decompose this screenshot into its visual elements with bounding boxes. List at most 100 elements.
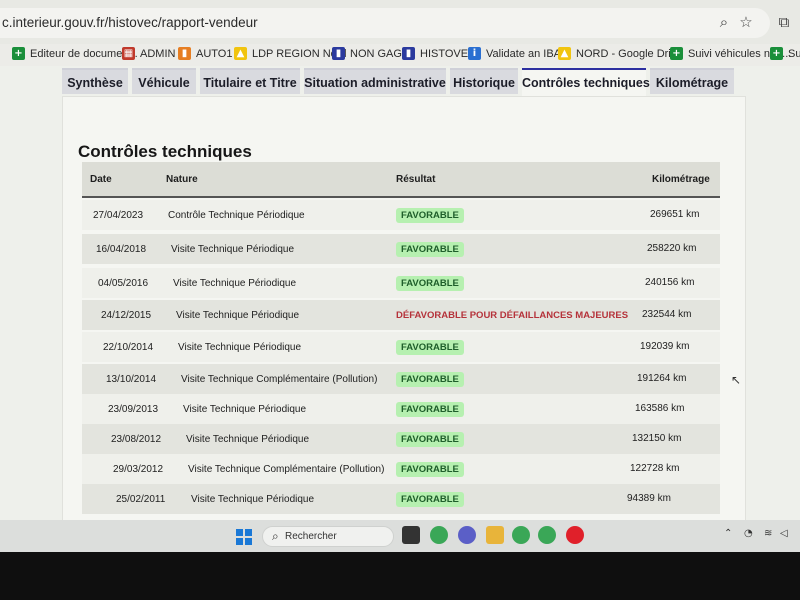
cell-nature: Visite Technique Complémentaire (Polluti…: [181, 374, 378, 385]
tab-0[interactable]: Synthèse: [62, 68, 128, 94]
cell-date: 25/02/2011: [116, 494, 166, 505]
result-badge: FAVORABLE: [396, 402, 464, 417]
address-bar[interactable]: c.interieur.gouv.fr/histovec/rapport-ven…: [0, 8, 770, 38]
table-row: 24/12/2015 Visite Technique Périodique DÉF…: [82, 300, 720, 330]
grid-icon: ▦: [122, 47, 135, 60]
cell-km: 192039 km: [640, 341, 690, 352]
bookmark-item[interactable]: ▲ NORD - Google Drive: [558, 47, 682, 60]
search-icon[interactable]: ⌕: [714, 12, 734, 32]
header-km: Kilométrage: [652, 174, 710, 185]
auto1-icon: ▮: [178, 47, 191, 60]
bookmark-item[interactable]: ▦ ADMIN: [122, 47, 175, 60]
bookmarks-bar: + Editeur de documen... ▦ ADMIN ▮ AUTO1 ▲ LDP R…: [0, 44, 800, 66]
result-badge: FAVORABLE: [396, 462, 464, 477]
drive-icon: ▲: [558, 47, 571, 60]
bookmark-label: NORD - Google Drive: [576, 47, 683, 60]
iban-icon: i: [468, 47, 481, 60]
cell-km: 232544 km: [642, 309, 692, 320]
opera-icon[interactable]: [566, 526, 584, 544]
cell-nature: Visite Technique Périodique: [173, 278, 297, 289]
folder-icon[interactable]: [486, 526, 504, 544]
cell-date: 22/10/2014: [103, 342, 154, 353]
bookmark-item[interactable]: ▲ LDP REGION Nord: [234, 47, 347, 60]
search-icon: ⌕: [272, 529, 279, 543]
url-text[interactable]: c.interieur.gouv.fr/histovec/rapport-ven…: [2, 15, 258, 30]
header-result: Résultat: [396, 174, 436, 185]
tab-4[interactable]: Historique: [450, 68, 518, 94]
bookmark-item[interactable]: ▮ AUTO1: [178, 47, 232, 60]
section-title: Contrôles techniques: [78, 142, 252, 161]
cell-nature: Visite Technique Périodique: [176, 310, 300, 321]
cell-nature: Visite Technique Périodique: [191, 494, 315, 505]
bookmark-item[interactable]: i Validate an IBAN: [468, 47, 569, 60]
cell-date: 27/04/2023: [93, 210, 144, 221]
cell-date: 29/03/2012: [113, 464, 164, 475]
table-row: 13/10/2014 Visite Technique Complémentair…: [82, 364, 720, 394]
windows-start-icon[interactable]: [236, 529, 252, 545]
cell-nature: Visite Technique Périodique: [171, 244, 295, 255]
bookmark-item[interactable]: + Suiv: [770, 47, 800, 60]
cell-nature: Contrôle Technique Périodique: [168, 210, 305, 221]
tab-6[interactable]: Kilométrage: [650, 68, 734, 94]
flag-fr-icon: ▮: [332, 47, 345, 60]
table-row: 23/08/2012 Visite Technique Périodique FAV…: [82, 424, 720, 454]
taskbar-search[interactable]: ⌕ Rechercher: [262, 526, 394, 547]
bookmark-item[interactable]: + Editeur de documen...: [12, 47, 138, 60]
drive-icon: ▲: [234, 47, 247, 60]
table-row: 27/04/2023 Contrôle Technique Périodique F…: [82, 200, 720, 230]
plus-doc-icon: +: [12, 47, 25, 60]
table-row: 16/04/2018 Visite Technique Périodique FAV…: [82, 234, 720, 264]
extensions-icon[interactable]: ⧉: [774, 12, 794, 32]
star-icon[interactable]: ☆: [736, 12, 756, 32]
bookmark-item[interactable]: ▮ HISTOVEC: [402, 47, 476, 60]
result-badge: FAVORABLE: [396, 276, 464, 291]
result-badge: DÉFAVORABLE POUR DÉFAILLANCES MAJEURES: [396, 310, 629, 321]
teams-icon[interactable]: [458, 526, 476, 544]
chrome-icon[interactable]: [512, 526, 530, 544]
cell-nature: Visite Technique Complémentaire (Polluti…: [188, 464, 385, 475]
table-header: Date Nature Résultat Kilométrage: [82, 162, 720, 198]
bookmark-item[interactable]: ▮ NON GAGE: [332, 47, 409, 60]
monitor-bezel: [0, 552, 800, 600]
header-nature: Nature: [166, 174, 198, 185]
tab-1[interactable]: Véhicule: [132, 68, 196, 94]
cell-nature: Visite Technique Périodique: [183, 404, 307, 415]
flag-fr-icon: ▮: [402, 47, 415, 60]
cell-km: 240156 km: [645, 277, 695, 288]
cell-km: 269651 km: [650, 209, 700, 220]
cell-date: 24/12/2015: [101, 310, 152, 321]
result-badge: FAVORABLE: [396, 208, 464, 223]
table-row: 04/05/2016 Visite Technique Périodique FAV…: [82, 268, 720, 298]
chrome-icon[interactable]: [430, 526, 448, 544]
tab-3[interactable]: Situation administrative: [304, 68, 446, 94]
speaker-icon[interactable]: ◁: [780, 528, 788, 539]
cell-date: 16/04/2018: [96, 244, 147, 255]
header-date: Date: [90, 174, 112, 185]
table-row: 22/10/2014 Visite Technique Périodique FAV…: [82, 332, 720, 362]
file-explorer-dark-icon[interactable]: [402, 526, 420, 544]
result-badge: FAVORABLE: [396, 242, 464, 257]
address-bar-row: c.interieur.gouv.fr/histovec/rapport-ven…: [0, 0, 800, 44]
browser-screen: c.interieur.gouv.fr/histovec/rapport-ven…: [0, 0, 800, 528]
chevron-up-icon[interactable]: ⌃: [724, 528, 732, 539]
cell-nature: Visite Technique Périodique: [178, 342, 302, 353]
cell-km: 191264 km: [637, 373, 687, 384]
cell-km: 122728 km: [630, 463, 680, 474]
bookmark-label: AUTO1: [196, 47, 233, 60]
cell-date: 04/05/2016: [98, 278, 149, 289]
taskbar: ⌕ Rechercher ⌃ ◔ ≋ ◁: [0, 520, 800, 552]
wifi-icon[interactable]: ≋: [764, 528, 772, 539]
bookmark-label: ADMIN: [140, 47, 176, 60]
result-badge: FAVORABLE: [396, 432, 464, 447]
cell-date: 23/08/2012: [111, 434, 162, 445]
cell-date: 13/10/2014: [106, 374, 157, 385]
network-icon[interactable]: ◔: [744, 528, 753, 539]
result-badge: FAVORABLE: [396, 340, 464, 355]
cell-date: 23/09/2013: [108, 404, 159, 415]
tab-2[interactable]: Titulaire et Titre: [200, 68, 300, 94]
result-badge: FAVORABLE: [396, 492, 464, 507]
plus-doc-icon: +: [670, 47, 683, 60]
table-row: 29/03/2012 Visite Technique Complémentair…: [82, 454, 720, 484]
chrome-icon[interactable]: [538, 526, 556, 544]
tab-5[interactable]: Contrôles techniques: [522, 68, 650, 96]
